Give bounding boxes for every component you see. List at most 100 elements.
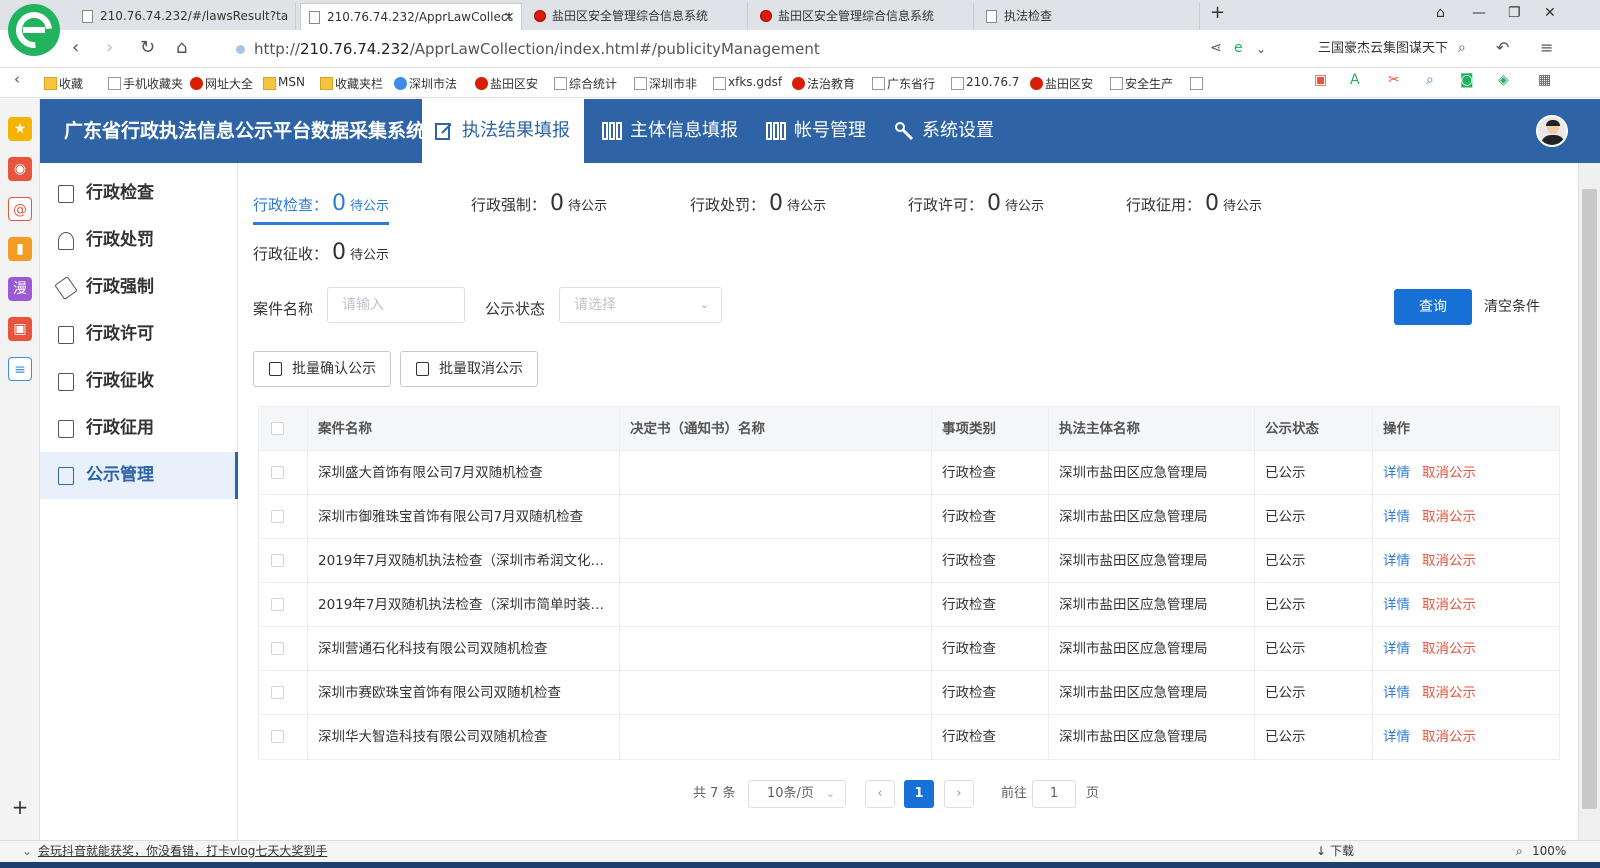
sidebar-item-inspection[interactable]: 行政检查 bbox=[40, 170, 238, 217]
row-checkbox[interactable] bbox=[271, 686, 284, 699]
query-button[interactable]: 查询 bbox=[1394, 289, 1472, 325]
nav-tab-result-fill[interactable]: 执法结果填报 bbox=[422, 99, 584, 163]
page-number-current[interactable]: 1 bbox=[904, 780, 934, 808]
browser-logo-icon[interactable] bbox=[8, 4, 60, 56]
share-icon[interactable]: ⋖ bbox=[1210, 40, 1222, 56]
sidebar-item-publicity[interactable]: 公示管理 bbox=[40, 452, 238, 499]
stat-tab-penalty[interactable]: 行政处罚： 0 待公示 bbox=[690, 191, 826, 216]
news-ticker-link[interactable]: 会玩抖音就能获奖，你没看错，打卡vlog七天大奖到手 bbox=[38, 841, 327, 862]
bookmark-item[interactable]: 210.76.7 bbox=[951, 75, 1019, 90]
detail-link[interactable]: 详情 bbox=[1383, 553, 1410, 569]
stat-tab-inspection[interactable]: 行政检查： 0 待公示 bbox=[253, 191, 390, 225]
sidebar-item-levy[interactable]: 行政征收 bbox=[40, 358, 238, 405]
search-box[interactable]: 三国豪杰云集图谋天下 bbox=[1318, 37, 1448, 61]
status-select[interactable]: 请选择 ⌄ bbox=[559, 287, 722, 323]
weibo-icon[interactable]: ◉ bbox=[8, 157, 32, 181]
bookmark-item[interactable]: MSN bbox=[263, 75, 305, 90]
cancel-publicity-link[interactable]: 取消公示 bbox=[1422, 597, 1476, 613]
bookmark-item[interactable]: 盐田区安 bbox=[1030, 75, 1093, 92]
case-name-input[interactable]: 请输入 bbox=[327, 287, 465, 323]
row-checkbox[interactable] bbox=[271, 730, 284, 743]
game-icon[interactable]: ◙ bbox=[1460, 72, 1474, 88]
magnifier-icon[interactable]: ⌕ bbox=[1426, 72, 1434, 88]
collapse-sidebar-icon[interactable]: ‹ bbox=[14, 70, 20, 88]
stat-tab-requisition[interactable]: 行政征用： 0 待公示 bbox=[1126, 191, 1262, 216]
cancel-publicity-link[interactable]: 取消公示 bbox=[1422, 553, 1476, 569]
bookmark-item[interactable]: 收藏夹栏 bbox=[320, 75, 383, 92]
browser-tab-active[interactable]: 210.76.74.232/ApprLawCollect × bbox=[300, 3, 522, 30]
clear-conditions-button[interactable]: 清空条件 bbox=[1484, 289, 1540, 325]
browser-tab[interactable]: 执法检查 bbox=[978, 3, 1200, 30]
comic-icon[interactable]: 漫 bbox=[8, 277, 32, 301]
row-checkbox[interactable] bbox=[271, 466, 284, 479]
select-all-checkbox[interactable] bbox=[271, 422, 284, 435]
detail-link[interactable]: 详情 bbox=[1383, 729, 1410, 745]
bookmark-item[interactable]: xfks.gdsf bbox=[713, 75, 782, 90]
favorites-star-icon[interactable]: ★ bbox=[8, 117, 32, 141]
forward-icon[interactable]: › bbox=[106, 37, 113, 58]
next-page-icon[interactable]: › bbox=[944, 780, 974, 808]
menu-icon[interactable]: ≡ bbox=[1540, 38, 1553, 57]
nav-tab-subject-info[interactable]: 主体信息填报 bbox=[590, 99, 750, 163]
restore-icon[interactable]: ❐ bbox=[1508, 5, 1521, 21]
bookmark-item[interactable]: 网址大全 bbox=[190, 75, 253, 92]
download-label[interactable]: 下载 bbox=[1330, 841, 1354, 862]
window-close-icon[interactable]: ✕ bbox=[1544, 5, 1556, 21]
user-avatar[interactable] bbox=[1536, 115, 1568, 147]
batch-cancel-button[interactable]: 批量取消公示 bbox=[400, 351, 538, 387]
batch-confirm-button[interactable]: 批量确认公示 bbox=[253, 351, 391, 387]
shirt-skin-icon[interactable]: ⌂ bbox=[1436, 5, 1445, 21]
cancel-publicity-link[interactable]: 取消公示 bbox=[1422, 685, 1476, 701]
shield-icon[interactable]: ◈ bbox=[1498, 72, 1509, 88]
bookmarks-more-icon[interactable]: » bbox=[1190, 75, 1204, 90]
mail-icon[interactable]: @ bbox=[8, 197, 32, 221]
home-icon[interactable]: ⌂ bbox=[176, 37, 187, 58]
close-tab-icon[interactable]: × bbox=[503, 4, 515, 30]
prev-page-icon[interactable]: ‹ bbox=[865, 780, 895, 808]
detail-link[interactable]: 详情 bbox=[1383, 597, 1410, 613]
stat-tab-license[interactable]: 行政许可： 0 待公示 bbox=[908, 191, 1044, 216]
bookmark-item[interactable]: 手机收藏夹 bbox=[108, 75, 183, 92]
page-scrollbar[interactable] bbox=[1578, 163, 1600, 840]
page-size-select[interactable]: 10条/页 ⌄ bbox=[748, 780, 846, 808]
detail-link[interactable]: 详情 bbox=[1383, 641, 1410, 657]
bookmark-item[interactable]: 深圳市非 bbox=[634, 75, 697, 92]
sidebar-item-penalty[interactable]: 行政处罚 bbox=[40, 217, 238, 264]
sidebar-item-license[interactable]: 行政许可 bbox=[40, 311, 238, 358]
cancel-publicity-link[interactable]: 取消公示 bbox=[1422, 465, 1476, 481]
undo-icon[interactable]: ↶ bbox=[1496, 38, 1509, 57]
book-icon[interactable]: ▮ bbox=[8, 237, 32, 261]
scissors-icon[interactable]: ✂ bbox=[1388, 72, 1400, 88]
nav-tab-account[interactable]: 帐号管理 bbox=[754, 99, 882, 163]
nav-tab-settings[interactable]: 系统设置 bbox=[882, 99, 1022, 163]
add-panel-icon[interactable]: + bbox=[8, 795, 32, 819]
translate-icon[interactable]: A bbox=[1350, 72, 1360, 88]
browser-tab[interactable]: 210.76.74.232/#/lawsResult?ta bbox=[74, 3, 296, 30]
goto-page-input[interactable]: 1 bbox=[1032, 780, 1076, 808]
zoom-icon[interactable]: ⌕ bbox=[1516, 841, 1523, 862]
sidebar-item-requisition[interactable]: 行政征用 bbox=[40, 405, 238, 452]
new-tab-button[interactable]: + bbox=[1210, 2, 1225, 23]
detail-link[interactable]: 详情 bbox=[1383, 685, 1410, 701]
minimize-icon[interactable]: — bbox=[1472, 5, 1486, 21]
bookmark-item[interactable]: 深圳市法 bbox=[394, 75, 457, 92]
notes-icon[interactable]: ≡ bbox=[8, 357, 32, 381]
download-icon[interactable]: ↓ bbox=[1316, 841, 1326, 862]
stat-tab-levy[interactable]: 行政征收： 0 待公示 bbox=[253, 240, 389, 265]
bookmark-item[interactable]: 综合统计 bbox=[554, 75, 617, 92]
row-checkbox[interactable] bbox=[271, 598, 284, 611]
row-checkbox[interactable] bbox=[271, 642, 284, 655]
scrollbar-thumb[interactable] bbox=[1582, 189, 1597, 809]
detail-link[interactable]: 详情 bbox=[1383, 465, 1410, 481]
bookmark-item[interactable]: 法治教育 bbox=[792, 75, 855, 92]
engine-icon[interactable]: e bbox=[1234, 40, 1243, 56]
browser-tab[interactable]: 盐田区安全管理综合信息系统 bbox=[752, 3, 974, 30]
url-input[interactable]: http://210.76.74.232/ApprLawCollection/i… bbox=[232, 37, 1232, 61]
cancel-publicity-link[interactable]: 取消公示 bbox=[1422, 641, 1476, 657]
zoom-level[interactable]: 100% bbox=[1532, 841, 1566, 862]
bookmark-item[interactable]: 收藏 bbox=[44, 75, 83, 92]
row-checkbox[interactable] bbox=[271, 510, 284, 523]
cancel-publicity-link[interactable]: 取消公示 bbox=[1422, 509, 1476, 525]
back-icon[interactable]: ‹ bbox=[72, 37, 79, 58]
detail-link[interactable]: 详情 bbox=[1383, 509, 1410, 525]
